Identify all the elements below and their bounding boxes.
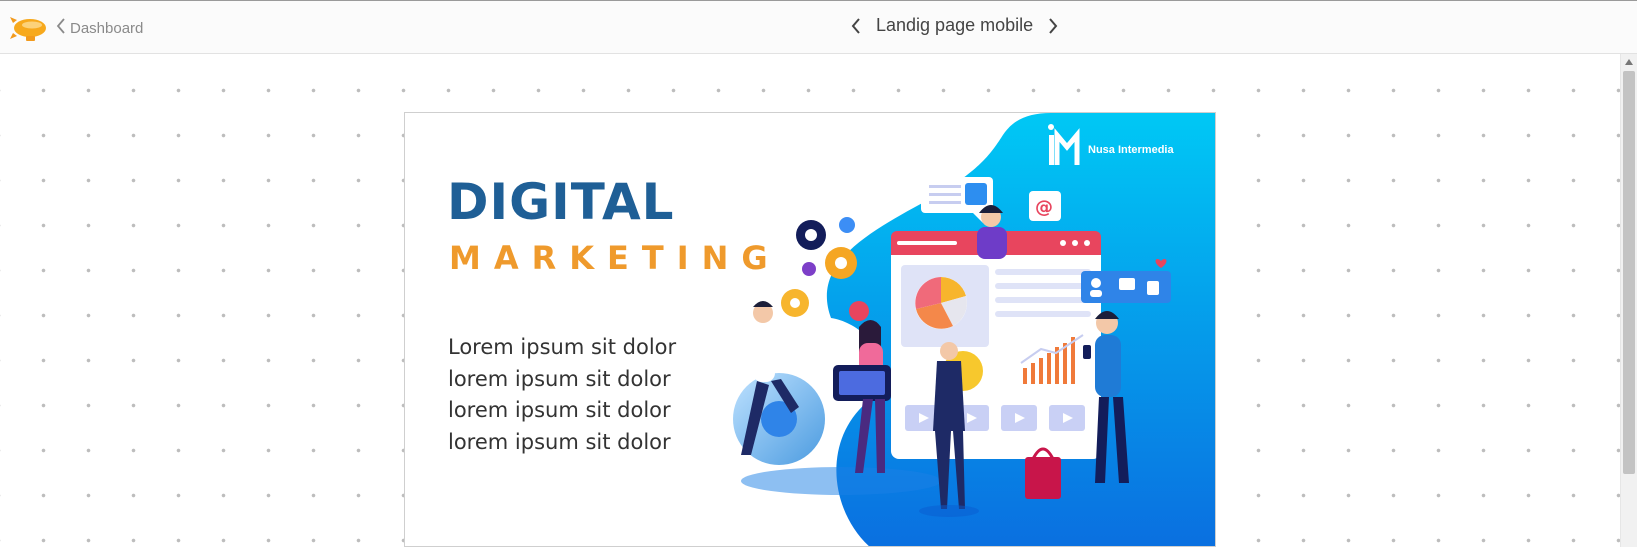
body-line: lorem ipsum sit dolor (448, 366, 671, 391)
body-line: lorem ipsum sit dolor (448, 398, 671, 422)
scroll-up-arrow-icon[interactable] (1625, 59, 1633, 65)
body-line: Lorem ipsum sit dolor (448, 335, 677, 359)
chevron-left-icon (56, 18, 66, 39)
next-page-button[interactable] (1047, 17, 1059, 35)
digital-marketing-illustration: Nusa Intermedia @ (733, 113, 1215, 546)
at-sign-bubble-icon: @ (1029, 191, 1061, 221)
slide-artboard[interactable]: DIGITAL MARKETING Lorem ipsum sit dolor … (404, 112, 1216, 547)
chevron-left-icon (851, 17, 860, 34)
chevron-right-icon (1049, 17, 1058, 34)
slide-body-text: Lorem ipsum sit dolor lorem ipsum sit do… (448, 332, 676, 458)
floating-gears-icon (781, 217, 869, 321)
body-line: lorem ipsum sit dolor (448, 429, 671, 454)
page-navigator: Landig page mobile (850, 15, 1059, 36)
page-title: Landig page mobile (876, 15, 1034, 35)
website-mockup (891, 231, 1101, 459)
scrollbar-thumb[interactable] (1623, 71, 1635, 474)
slide-heading-digital: DIGITAL (447, 173, 675, 231)
vertical-scrollbar[interactable] (1620, 54, 1637, 547)
blimp-logo-icon[interactable] (9, 11, 49, 47)
top-toolbar: Dashboard Landig page mobile (0, 0, 1637, 54)
back-link-label: Dashboard (70, 20, 144, 37)
previous-page-button[interactable] (850, 17, 862, 35)
brand-name-label: Nusa Intermedia (1088, 144, 1174, 156)
back-to-dashboard-link[interactable]: Dashboard (56, 18, 143, 39)
svg-text:@: @ (1035, 197, 1053, 218)
